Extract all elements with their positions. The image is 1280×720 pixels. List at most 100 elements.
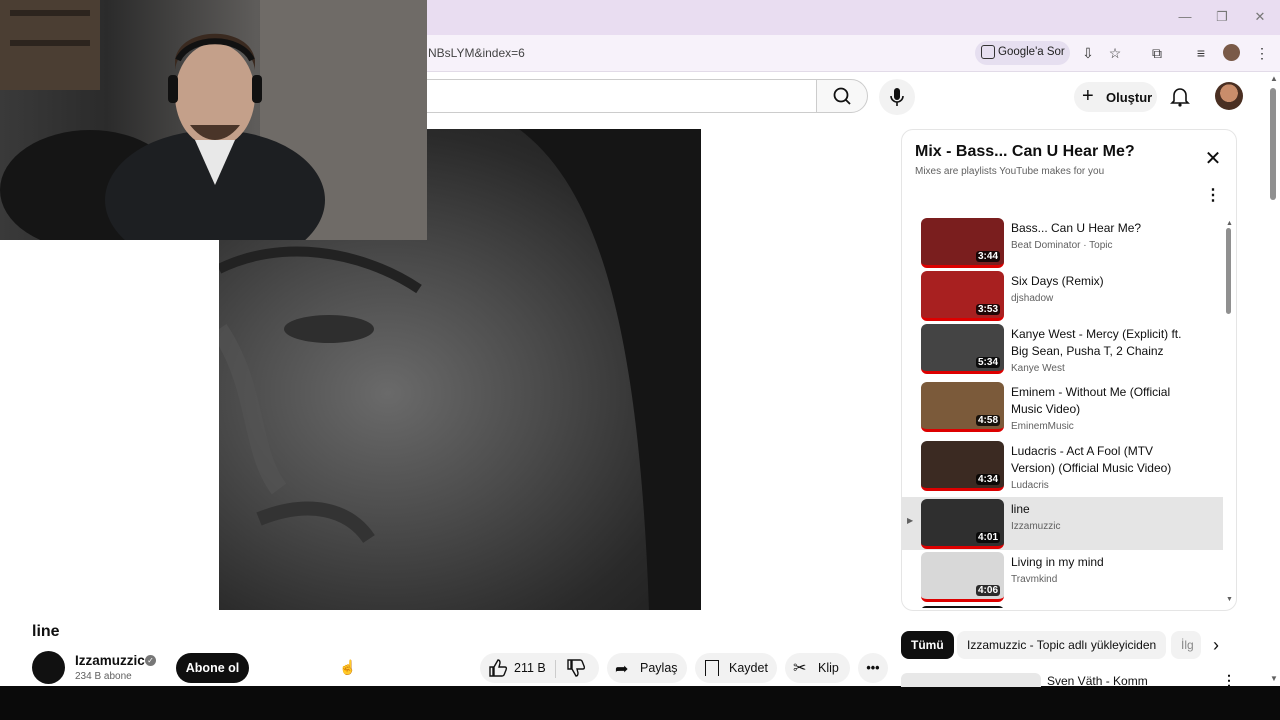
webcam-overlay xyxy=(0,0,427,240)
subscribe-button[interactable]: Abone ol xyxy=(176,653,249,683)
playlist-item[interactable]: 4:58 Eminem - Without Me (Official Music… xyxy=(902,380,1223,439)
url-text[interactable]: NBsLYM&index=6 xyxy=(428,46,525,60)
duration-badge: 5:34 xyxy=(975,357,1000,368)
scroll-down-icon[interactable]: ▼ xyxy=(1226,596,1233,603)
notifications-button[interactable] xyxy=(1168,84,1192,108)
google-search-label: Google'a Sor xyxy=(998,46,1065,58)
playlist-item-title: line xyxy=(1011,502,1030,516)
restore-icon[interactable]: ❐ xyxy=(1207,6,1237,28)
profile-avatar-icon[interactable] xyxy=(1223,44,1240,61)
playlist-item-title: Six Days (Remix) xyxy=(1011,274,1104,288)
duration-badge: 3:44 xyxy=(975,251,1000,262)
recommendation-more-icon[interactable]: ⋮ xyxy=(1222,672,1236,689)
duration-badge: 3:53 xyxy=(975,304,1000,315)
like-divider xyxy=(555,660,556,678)
extensions-icon[interactable]: ⧉ xyxy=(1147,43,1167,63)
search-icon xyxy=(833,87,851,105)
search-button[interactable] xyxy=(816,79,868,113)
chip-all[interactable]: Tümü xyxy=(901,631,954,659)
chip-related[interactable]: İlg xyxy=(1171,631,1201,659)
duration-badge: 4:01 xyxy=(975,532,1000,543)
clip-label: Klip xyxy=(818,661,839,675)
playlist-item-title: Living in my mind xyxy=(1011,555,1104,569)
chevron-right-icon[interactable]: › xyxy=(1202,631,1230,659)
page-scroll-down-icon[interactable]: ▼ xyxy=(1270,674,1278,683)
playlist-item-title: Bass... Can U Hear Me? xyxy=(1011,221,1142,235)
video-thumbnail: 3:44 xyxy=(921,218,1004,268)
bookmark-icon xyxy=(705,660,719,676)
subscriber-count: 234 B abone xyxy=(75,671,132,682)
duration-badge: 4:06 xyxy=(975,585,1000,596)
video-thumbnail: 5:34 xyxy=(921,324,1004,374)
media-control-icon[interactable]: ≡ xyxy=(1191,43,1211,63)
close-window-icon[interactable]: ✕ xyxy=(1245,6,1275,28)
playlist-item-channel: Kanye West xyxy=(1011,363,1065,374)
playlist-item[interactable]: 5:34 Kanye West - Mercy (Explicit) ft. B… xyxy=(902,322,1223,380)
chip-uploader[interactable]: Izzamuzzic - Topic adlı yükleyiciden xyxy=(957,631,1167,659)
playlist-item[interactable]: 3:53 Six Days (Remix) djshadow xyxy=(902,269,1223,322)
playlist-item-channel: EminemMusic xyxy=(1011,421,1074,432)
playlist-item[interactable] xyxy=(902,604,1223,608)
account-avatar[interactable] xyxy=(1215,82,1243,110)
taskbar xyxy=(0,686,1280,720)
more-actions-button[interactable]: ••• xyxy=(858,653,888,683)
now-playing-icon: ▶ xyxy=(907,516,914,525)
scrollbar-thumb[interactable] xyxy=(1226,228,1231,314)
plus-icon: + xyxy=(1082,85,1094,107)
browser-menu-icon[interactable]: ⋮ xyxy=(1252,43,1272,63)
playlist-item[interactable]: 4:06 Living in my mind Travmkind xyxy=(902,550,1223,603)
like-count: 211 B xyxy=(514,661,546,675)
scissors-icon: ✂ xyxy=(793,660,807,677)
playlist-subtitle: Mixes are playlists YouTube makes for yo… xyxy=(915,166,1105,177)
like-button[interactable] xyxy=(488,659,508,677)
dislike-button[interactable] xyxy=(566,659,586,677)
recommendation-thumbnail[interactable] xyxy=(901,673,1041,687)
playlist-item-channel: djshadow xyxy=(1011,293,1054,304)
duration-badge: 4:58 xyxy=(975,415,1000,426)
more-vertical-icon[interactable]: ⋮ xyxy=(1204,185,1222,207)
mouse-cursor-icon: ☝ xyxy=(339,659,357,675)
more-horizontal-icon: ••• xyxy=(866,661,880,675)
page-scrollbar-thumb[interactable] xyxy=(1270,88,1276,200)
video-thumbnail xyxy=(921,606,1004,608)
scroll-up-icon[interactable]: ▲ xyxy=(1226,220,1233,227)
page-scroll-up-icon[interactable]: ▲ xyxy=(1270,74,1278,83)
video-thumbnail: 3:53 xyxy=(921,271,1004,321)
microphone-icon xyxy=(890,88,904,106)
close-icon[interactable]: ✕ xyxy=(1202,148,1224,170)
video-title: line xyxy=(32,623,60,640)
video-thumbnail: 4:34 xyxy=(921,441,1004,491)
video-thumbnail: 4:01 xyxy=(921,499,1004,549)
webcam-image xyxy=(0,0,427,240)
share-icon: ➦ xyxy=(615,661,629,678)
create-label: Oluştur xyxy=(1106,90,1153,105)
playlist-item-title: Kanye West - Mercy (Explicit) ft. Big Se… xyxy=(1011,327,1182,358)
video-thumbnail: 4:06 xyxy=(921,552,1004,602)
duration-badge: 4:34 xyxy=(975,474,1000,485)
minimize-icon[interactable]: — xyxy=(1170,6,1200,28)
playlist-item-channel: Beat Dominator · Topic xyxy=(1011,240,1113,251)
recommendation-title[interactable]: Sven Väth - Komm xyxy=(1047,674,1148,688)
channel-avatar[interactable] xyxy=(32,651,65,684)
video-thumbnail: 4:58 xyxy=(921,382,1004,432)
channel-name[interactable]: Izzamuzzic xyxy=(75,653,145,668)
install-app-icon[interactable]: ⇩ xyxy=(1078,43,1098,63)
thumbs-down-icon xyxy=(567,659,586,677)
playlist-scrollbar[interactable]: ▲ ▼ xyxy=(1226,220,1233,604)
save-label: Kaydet xyxy=(729,661,768,675)
playlist-item-current[interactable]: ▶ 4:01 line Izzamuzzic xyxy=(902,497,1223,550)
lens-icon xyxy=(981,45,995,59)
playlist-item-channel: Ludacris xyxy=(1011,480,1049,491)
thumbs-up-icon xyxy=(489,659,508,677)
playlist-item-title: Ludacris - Act A Fool (MTV Version) (Off… xyxy=(1011,444,1172,475)
playlist-title: Mix - Bass... Can U Hear Me? xyxy=(915,143,1135,160)
playlist-item-channel: Travmkind xyxy=(1011,574,1058,585)
search-input[interactable] xyxy=(426,79,817,113)
voice-search-button[interactable] xyxy=(879,79,915,115)
bell-icon xyxy=(1170,88,1190,107)
playlist-item[interactable]: 4:34 Ludacris - Act A Fool (MTV Version)… xyxy=(902,439,1223,497)
share-label: Paylaş xyxy=(640,661,678,675)
playlist-item-title: Eminem - Without Me (Official Music Vide… xyxy=(1011,385,1171,416)
playlist-item[interactable]: 3:44 Bass... Can U Hear Me? Beat Dominat… xyxy=(902,216,1223,269)
bookmark-star-icon[interactable]: ☆ xyxy=(1105,43,1125,63)
